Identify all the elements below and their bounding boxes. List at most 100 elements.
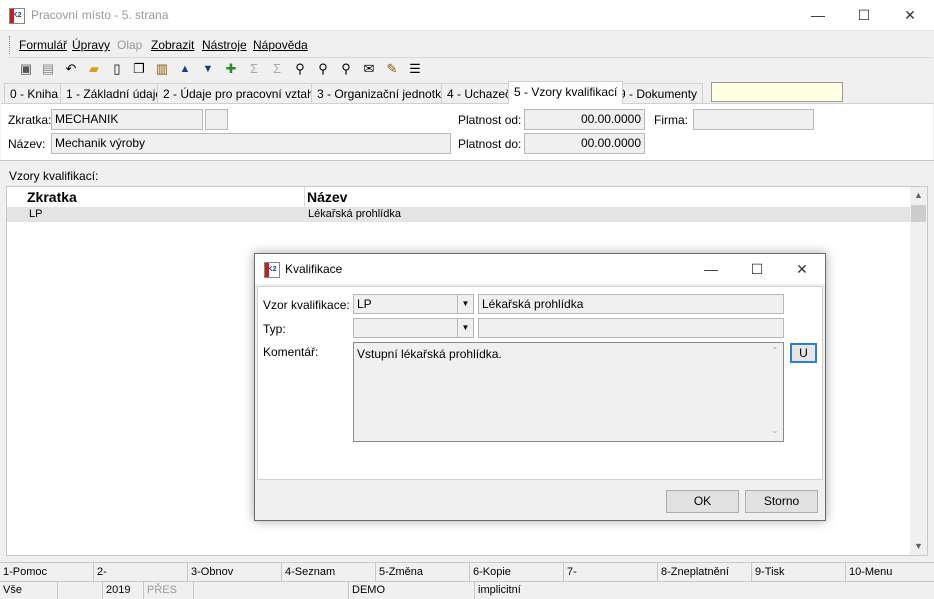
- fkey-3[interactable]: 3-Obnov: [188, 563, 282, 582]
- scroll-thumb[interactable]: [911, 205, 926, 222]
- u-button[interactable]: U: [790, 343, 817, 363]
- header-form: Zkratka: MECHANIK Název: Mechanik výroby…: [1, 103, 933, 161]
- nazev-label: Název:: [8, 137, 46, 151]
- zkratka-label: Zkratka:: [8, 113, 52, 127]
- zkratka-extra-field[interactable]: [205, 109, 228, 130]
- tab-udaje-pracovni-vztahy[interactable]: 2 - Údaje pro pracovní vztahy: [157, 83, 326, 103]
- firma-field[interactable]: [693, 109, 814, 130]
- status-blank-2: [194, 582, 349, 599]
- status-bar: Vše 2019 PŘES DEMO implicitní: [0, 581, 934, 599]
- find-next-icon[interactable]: ⚲: [314, 60, 332, 78]
- fkey-9[interactable]: 9-Tisk: [752, 563, 846, 582]
- arrow-up-icon[interactable]: ▲: [176, 60, 194, 78]
- menu-icon[interactable]: ☰: [406, 60, 424, 78]
- status-scope: Vše: [0, 582, 58, 599]
- edit-icon[interactable]: ✎: [383, 60, 401, 78]
- title-bar: K2 Pracovní místo - 5. strana — ☐ ✕: [0, 0, 934, 31]
- chevron-down-icon[interactable]: ▼: [457, 319, 473, 337]
- arrow-down-icon[interactable]: ▼: [199, 60, 217, 78]
- menu-napoveda[interactable]: Nápověda: [253, 38, 308, 52]
- sum-icon[interactable]: Σ: [245, 60, 263, 78]
- vzor-kvalifikace-name-field[interactable]: Lékařská prohlídka: [478, 294, 784, 314]
- dialog-maximize-button[interactable]: ☐: [734, 254, 780, 284]
- dialog-body: Vzor kvalifikace: LP ▼ Lékařská prohlídk…: [257, 286, 823, 480]
- fkey-2[interactable]: 2-: [94, 563, 188, 582]
- new-document-icon[interactable]: ▯: [108, 60, 126, 78]
- maximize-button[interactable]: ☐: [841, 0, 887, 31]
- typ-select[interactable]: ▼: [353, 318, 474, 338]
- menu-olap[interactable]: Olap: [117, 38, 142, 52]
- fkey-7[interactable]: 7-: [564, 563, 658, 582]
- save-icon[interactable]: ▣: [17, 60, 35, 78]
- status-blank: [58, 582, 103, 599]
- platnost-od-field[interactable]: 00.00.0000: [524, 109, 645, 130]
- save-all-icon[interactable]: ▤: [39, 60, 57, 78]
- vzor-kvalifikace-select[interactable]: LP ▼: [353, 294, 474, 314]
- menu-grip: [9, 36, 12, 54]
- platnost-od-label: Platnost od:: [458, 113, 522, 127]
- fkey-10[interactable]: 10-Menu: [846, 563, 934, 582]
- find-replace-icon[interactable]: ⚲: [337, 60, 355, 78]
- chevron-down-icon[interactable]: ▼: [457, 295, 473, 313]
- scroll-up-icon[interactable]: ▲: [910, 187, 927, 204]
- dialog-title-bar: K2 Kvalifikace — ☐ ✕: [255, 254, 825, 284]
- zkratka-field[interactable]: MECHANIK: [51, 109, 203, 130]
- typ-label: Typ:: [263, 322, 286, 336]
- table-row[interactable]: [7, 207, 911, 222]
- row-zkratka-cell[interactable]: LP: [27, 207, 42, 222]
- window-title: Pracovní místo - 5. strana: [31, 8, 169, 22]
- nazev-field[interactable]: Mechanik výroby: [51, 133, 451, 154]
- vzor-kvalifikace-label: Vzor kvalifikace:: [263, 298, 350, 312]
- menu-zobrazit[interactable]: Zobrazit: [151, 38, 194, 52]
- cancel-button[interactable]: Storno: [745, 490, 818, 513]
- row-nazev-cell[interactable]: Lékařská prohlídka: [306, 207, 401, 222]
- book-icon[interactable]: ▥: [153, 60, 171, 78]
- menu-nastroje[interactable]: Nástroje: [202, 38, 247, 52]
- typ-name-field[interactable]: [478, 318, 784, 338]
- fkey-5[interactable]: 5-Změna: [376, 563, 470, 582]
- status-database: DEMO: [349, 582, 475, 599]
- app-logo-icon: K2: [9, 8, 25, 24]
- tab-dokumenty[interactable]: 9 - Dokumenty: [613, 83, 704, 103]
- minimize-button[interactable]: —: [795, 0, 841, 31]
- column-header-zkratka[interactable]: Zkratka: [25, 187, 305, 207]
- grid-scrollbar[interactable]: ▲ ▼: [910, 187, 927, 555]
- komentar-textarea[interactable]: Vstupní lékařská prohlídka. ⌃ ⌄: [353, 342, 784, 442]
- tab-organizacni-jednotky[interactable]: 3 - Organizační jednotky: [311, 83, 454, 103]
- dialog-title: Kvalifikace: [285, 262, 343, 276]
- menu-upravy[interactable]: Úpravy: [72, 38, 110, 52]
- open-folder-icon[interactable]: ▰: [85, 60, 103, 78]
- fkey-6[interactable]: 6-Kopie: [470, 563, 564, 582]
- sum-filter-icon[interactable]: Σ: [268, 60, 286, 78]
- platnost-do-field[interactable]: 00.00.0000: [524, 133, 645, 154]
- scroll-down-icon[interactable]: ▼: [910, 538, 927, 555]
- status-mode: PŘES: [144, 582, 194, 599]
- fkey-1[interactable]: 1-Pomoc: [0, 563, 94, 582]
- mail-icon[interactable]: ✉: [360, 60, 378, 78]
- fkey-4[interactable]: 4-Seznam: [282, 563, 376, 582]
- tab-zakladni-udaje[interactable]: 1 - Základní údaje: [60, 83, 169, 103]
- kvalifikace-dialog: K2 Kvalifikace — ☐ ✕ Vzor kvalifikace: L…: [254, 253, 826, 521]
- close-button[interactable]: ✕: [887, 0, 933, 31]
- function-key-bar: 1-Pomoc 2- 3-Obnov 4-Seznam 5-Změna 6-Ko…: [0, 562, 934, 582]
- menu-formular[interactable]: Formulář: [19, 38, 67, 52]
- komentar-value: Vstupní lékařská prohlídka.: [357, 347, 502, 361]
- filter-icon[interactable]: ✚: [222, 60, 240, 78]
- find-icon[interactable]: ⚲: [291, 60, 309, 78]
- quick-search-field[interactable]: [711, 82, 843, 102]
- tab-vzory-kvalifikaci[interactable]: 5 - Vzory kvalifikací: [508, 81, 624, 104]
- dialog-minimize-button[interactable]: —: [688, 254, 734, 284]
- toolbar: ▣ ▤ ↶ ▰ ▯ ❐ ▥ ▲ ▼ ✚ Σ Σ ⚲ ⚲ ⚲ ✉ ✎ ☰: [9, 57, 931, 79]
- undo-icon[interactable]: ↶: [62, 60, 80, 78]
- ok-button[interactable]: OK: [666, 490, 739, 513]
- status-year: 2019: [103, 582, 144, 599]
- scroll-down-icon[interactable]: ⌄: [769, 426, 781, 438]
- fkey-8[interactable]: 8-Zneplatnění: [658, 563, 752, 582]
- tab-kniha[interactable]: 0 - Kniha: [4, 83, 65, 103]
- vzor-kvalifikace-value: LP: [357, 297, 372, 311]
- dialog-close-button[interactable]: ✕: [779, 254, 825, 284]
- scroll-up-icon[interactable]: ⌃: [769, 346, 781, 358]
- copy-icon[interactable]: ❐: [130, 60, 148, 78]
- column-header-nazev[interactable]: Název: [305, 187, 911, 207]
- dialog-logo-icon: K2: [264, 262, 280, 278]
